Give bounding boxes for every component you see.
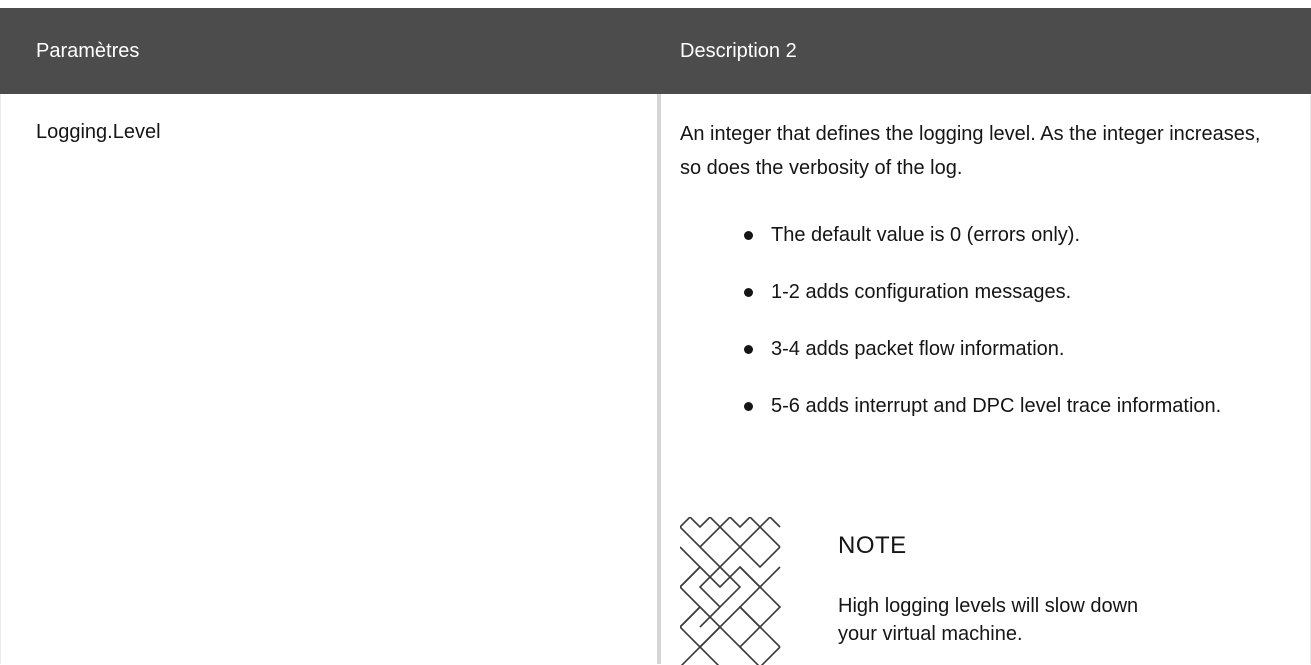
note-pattern-icon — [680, 517, 786, 665]
list-item-text: 1-2 adds configuration messages. — [771, 281, 1072, 303]
column-header-parameters: Paramètres — [36, 40, 140, 62]
column-divider — [657, 94, 661, 664]
table-header: Paramètres Description 2 — [0, 8, 1311, 94]
bullet-icon — [744, 231, 753, 240]
bullet-icon — [744, 345, 753, 354]
bullet-icon — [744, 402, 753, 411]
note-title: NOTE — [838, 532, 907, 559]
description-text: An integer that defines the logging leve… — [680, 123, 1261, 179]
parameter-name: Logging.Level — [36, 121, 161, 143]
list-item: 5-6 adds interrupt and DPC level trace i… — [740, 392, 1280, 420]
table-left-border — [0, 94, 1, 664]
list-item: 1-2 adds configuration messages. — [740, 278, 1280, 306]
note-text: High logging levels will slow down your … — [838, 595, 1139, 645]
table-row: Logging.Level An integer that defines th… — [0, 94, 1311, 665]
list-item: 3-4 adds packet flow information. — [740, 335, 1280, 363]
list-item: The default value is 0 (errors only). — [740, 221, 1280, 249]
list-item-text: 3-4 adds packet flow information. — [771, 338, 1065, 360]
list-item-text: The default value is 0 (errors only). — [771, 224, 1081, 246]
parameters-table: Paramètres Description 2 Logging.Level A… — [0, 8, 1311, 665]
level-list: The default value is 0 (errors only). 1-… — [740, 221, 1280, 449]
column-header-description: Description 2 — [680, 40, 797, 62]
list-item-text: 5-6 adds interrupt and DPC level trace i… — [771, 395, 1222, 417]
bullet-icon — [744, 288, 753, 297]
